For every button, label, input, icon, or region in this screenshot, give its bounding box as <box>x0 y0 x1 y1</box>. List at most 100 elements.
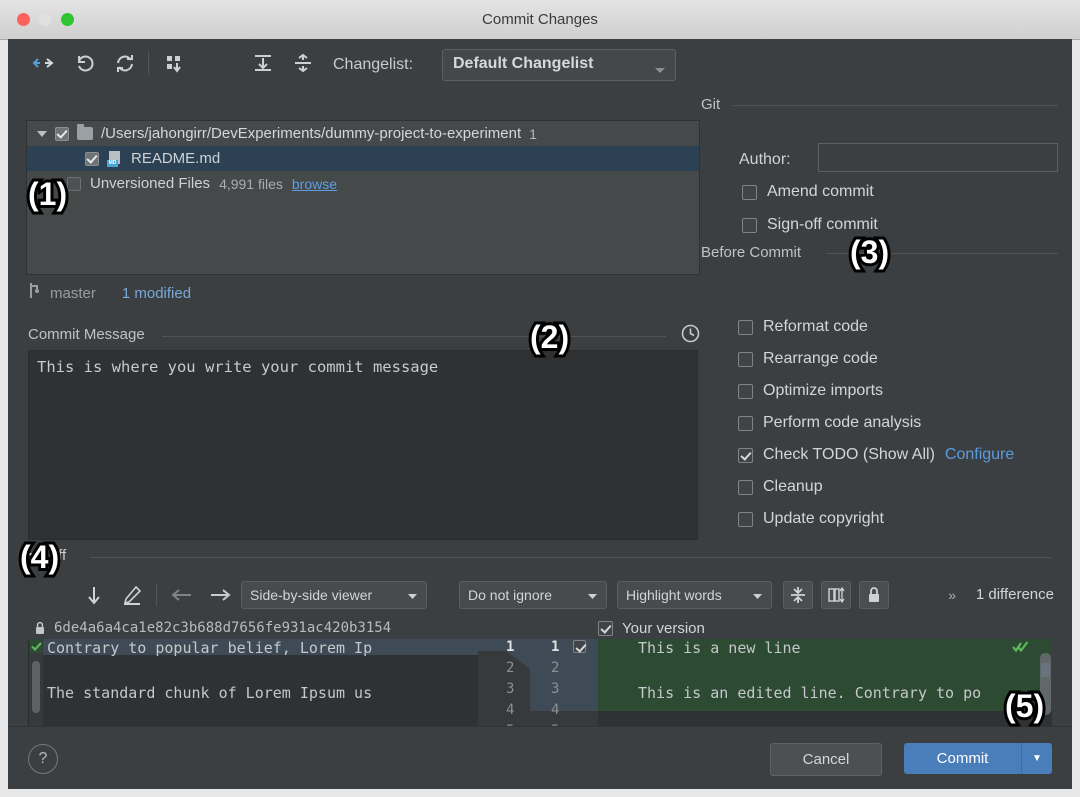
annotation-3: (3) <box>848 228 912 282</box>
chevron-down-icon[interactable] <box>37 131 47 137</box>
reformat-code-label: Reformat code <box>763 318 868 336</box>
clock-icon[interactable] <box>681 324 700 348</box>
changelist-dropdown[interactable]: Default Changelist <box>442 49 676 81</box>
folder-checkbox[interactable] <box>55 127 69 141</box>
branch-name: master <box>50 285 96 302</box>
signoff-commit-checkbox[interactable] <box>742 218 757 233</box>
accept-change-icon[interactable] <box>30 639 42 653</box>
tree-row-unversioned[interactable]: Unversioned Files 4,991 files browse <box>27 171 699 196</box>
branch-modified-count[interactable]: 1 modified <box>122 285 191 302</box>
your-version-checkbox[interactable] <box>598 621 613 636</box>
check-todo-checkbox[interactable] <box>738 448 753 463</box>
synchronize-scroll-icon[interactable] <box>821 581 851 609</box>
author-field[interactable] <box>818 143 1058 172</box>
reformat-code-checkbox[interactable] <box>738 320 753 335</box>
check-todo-row[interactable]: Check TODO (Show All) Configure <box>738 446 1014 464</box>
diff-left-scrollbar[interactable] <box>32 661 40 713</box>
file-checkbox[interactable] <box>85 152 99 166</box>
folder-file-count: 1 <box>529 126 537 142</box>
line-number-right-4: 4 <box>551 702 559 718</box>
rearrange-code-checkbox[interactable] <box>738 352 753 367</box>
commit-button[interactable]: Commit ▼ <box>904 743 1052 774</box>
window-titlebar: Commit Changes <box>0 0 1080 40</box>
chevron-down-icon <box>654 61 666 79</box>
svg-text:(5): (5) <box>1005 688 1044 724</box>
folder-icon <box>77 127 93 140</box>
expand-all-icon[interactable] <box>248 49 278 77</box>
dialog-body: Changelist: Default Changelist /Users/ja… <box>8 39 1072 789</box>
perform-code-analysis-row[interactable]: Perform code analysis <box>738 414 921 432</box>
highlight-mode-dropdown[interactable]: Highlight words <box>617 581 772 609</box>
browse-link[interactable]: browse <box>292 176 337 192</box>
file-name: README.md <box>131 150 220 167</box>
rearrange-code-label: Rearrange code <box>763 350 878 368</box>
diff-right-header[interactable]: Your version <box>598 617 898 639</box>
lock-icon[interactable] <box>859 581 889 609</box>
optimize-imports-checkbox[interactable] <box>738 384 753 399</box>
optimize-imports-row[interactable]: Optimize imports <box>738 382 883 400</box>
update-copyright-checkbox[interactable] <box>738 512 753 527</box>
highlight-mode-value: Highlight words <box>626 587 722 603</box>
commit-dropdown-arrow[interactable]: ▼ <box>1022 753 1052 764</box>
unversioned-label: Unversioned Files <box>90 175 210 192</box>
svg-text:(3): (3) <box>850 234 889 270</box>
amend-commit-checkbox[interactable] <box>742 185 757 200</box>
your-version-label: Your version <box>622 620 705 637</box>
tree-row-folder[interactable]: /Users/jahongirr/DevExperiments/dummy-pr… <box>27 121 699 146</box>
pencil-icon[interactable] <box>118 582 146 607</box>
commit-message-title: Commit Message <box>28 326 153 343</box>
viewer-mode-dropdown[interactable]: Side-by-side viewer <box>241 581 427 609</box>
changelist-value: Default Changelist <box>453 55 593 73</box>
group-by-icon[interactable] <box>160 49 190 77</box>
revert-icon[interactable] <box>70 49 100 77</box>
line-number-left-4: 4 <box>506 702 514 718</box>
annotation-1: (1) <box>26 170 90 224</box>
arrow-right-icon[interactable] <box>206 582 234 607</box>
annotation-4: (4) <box>18 533 82 587</box>
viewer-mode-value: Side-by-side viewer <box>250 587 372 603</box>
ignore-mode-dropdown[interactable]: Do not ignore <box>459 581 607 609</box>
optimize-imports-label: Optimize imports <box>763 382 883 400</box>
perform-code-analysis-label: Perform code analysis <box>763 414 921 432</box>
reformat-code-row[interactable]: Reformat code <box>738 318 868 336</box>
collapse-unchanged-icon[interactable] <box>783 581 813 609</box>
dialog-footer: ? Cancel Commit ▼ <box>8 726 1072 789</box>
amend-commit-row[interactable]: Amend commit <box>742 183 874 201</box>
perform-code-analysis-checkbox[interactable] <box>738 416 753 431</box>
markdown-file-icon: MD <box>107 151 123 167</box>
svg-text:(2): (2) <box>530 319 569 355</box>
annotation-2: (2) <box>528 313 592 367</box>
unversioned-count: 4,991 files <box>219 176 283 192</box>
line-number-left-3: 3 <box>506 681 514 697</box>
rearrange-code-row[interactable]: Rearrange code <box>738 350 878 368</box>
chevron-down-icon <box>752 587 763 603</box>
line-number-left-2: 2 <box>506 660 514 676</box>
cleanup-checkbox[interactable] <box>738 480 753 495</box>
cleanup-label: Cleanup <box>763 478 823 496</box>
diff-hunk-checkbox[interactable] <box>573 640 586 653</box>
arrow-left-icon[interactable] <box>168 582 196 607</box>
chevron-down-icon <box>407 587 418 603</box>
changelist-label: Changelist: <box>333 56 413 74</box>
configure-link[interactable]: Configure <box>945 446 1014 464</box>
tree-row-file[interactable]: MD README.md <box>27 146 699 171</box>
collapse-all-icon[interactable] <box>288 49 318 77</box>
refresh-icon[interactable] <box>110 49 140 77</box>
changed-files-tree[interactable]: /Users/jahongirr/DevExperiments/dummy-pr… <box>26 120 700 275</box>
arrow-down-icon[interactable] <box>80 582 108 607</box>
chevron-down-icon <box>587 587 598 603</box>
diff-left-line-1: Contrary to popular belief, Lorem Ip <box>47 639 372 657</box>
help-button[interactable]: ? <box>28 744 58 774</box>
more-actions-icon[interactable]: » <box>948 587 956 603</box>
cleanup-row[interactable]: Cleanup <box>738 478 823 496</box>
commit-message-input[interactable]: This is where you write your commit mess… <box>28 350 698 540</box>
branch-icon <box>28 282 42 304</box>
update-copyright-row[interactable]: Update copyright <box>738 510 884 528</box>
annotation-5: (5) <box>1003 682 1067 736</box>
difference-count: 1 difference <box>976 586 1054 603</box>
diff-section-header[interactable]: Diff <box>28 547 1052 567</box>
cancel-button[interactable]: Cancel <box>770 743 882 776</box>
ignore-mode-value: Do not ignore <box>468 587 552 603</box>
show-diff-icon[interactable] <box>28 49 58 77</box>
commit-message-header: Commit Message <box>28 326 700 346</box>
